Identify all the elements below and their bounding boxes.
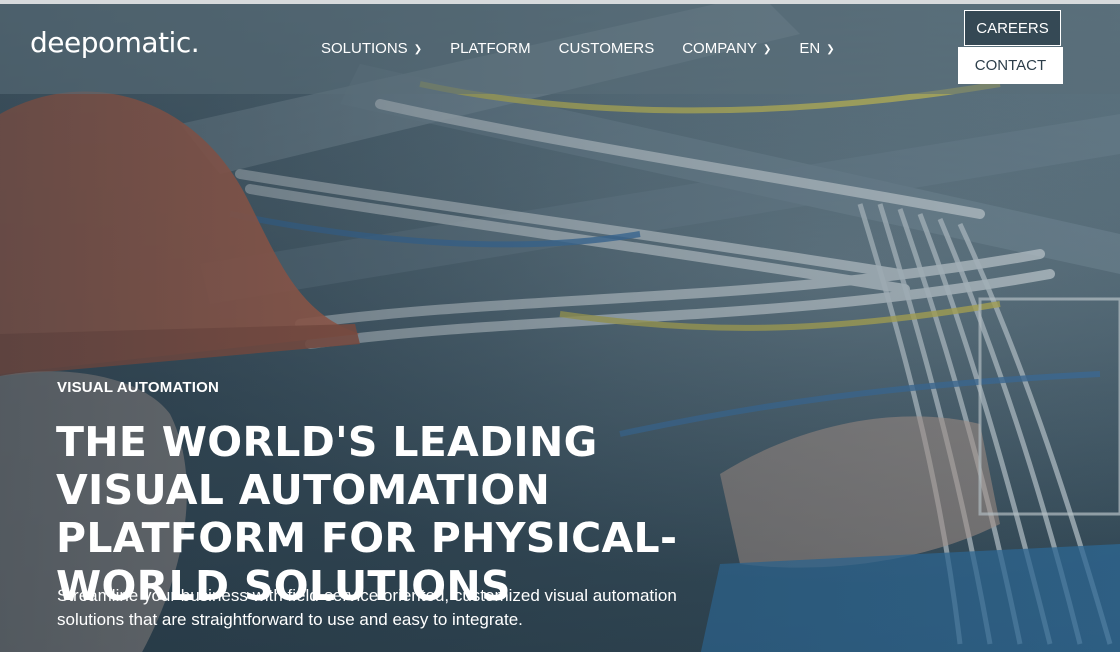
hero-headline: THE WORLD'S LEADING VISUAL AUTOMATION PL…: [56, 418, 678, 610]
top-border: [0, 0, 1120, 4]
contact-button[interactable]: CONTACT: [958, 47, 1063, 84]
chevron-down-icon: ❯: [762, 44, 772, 55]
hero-eyebrow: VISUAL AUTOMATION: [57, 379, 220, 396]
language-selector[interactable]: EN ❯: [799, 40, 834, 57]
nav-item-label: SOLUTIONS: [321, 40, 408, 57]
hero-subtext: Streamline your business with field-serv…: [57, 586, 677, 629]
chevron-down-icon: ❯: [413, 44, 423, 55]
nav-item-platform[interactable]: PLATFORM: [450, 40, 531, 57]
main-nav: SOLUTIONS ❯ PLATFORM CUSTOMERS COMPANY ❯…: [321, 40, 835, 57]
nav-item-label: PLATFORM: [450, 40, 531, 57]
nav-item-customers[interactable]: CUSTOMERS: [559, 40, 655, 57]
site-header: deepomatic. SOLUTIONS ❯ PLATFORM CUSTOME…: [0, 4, 1120, 94]
nav-item-label: CUSTOMERS: [558, 40, 655, 57]
nav-item-company[interactable]: COMPANY ❯: [682, 40, 771, 57]
careers-button[interactable]: CAREERS: [964, 10, 1061, 46]
nav-item-label: COMPANY: [682, 40, 757, 57]
nav-item-solutions[interactable]: SOLUTIONS ❯: [321, 40, 422, 57]
language-label: EN: [799, 40, 821, 57]
chevron-down-icon: ❯: [826, 44, 835, 55]
logo[interactable]: deepomatic.: [30, 26, 200, 59]
